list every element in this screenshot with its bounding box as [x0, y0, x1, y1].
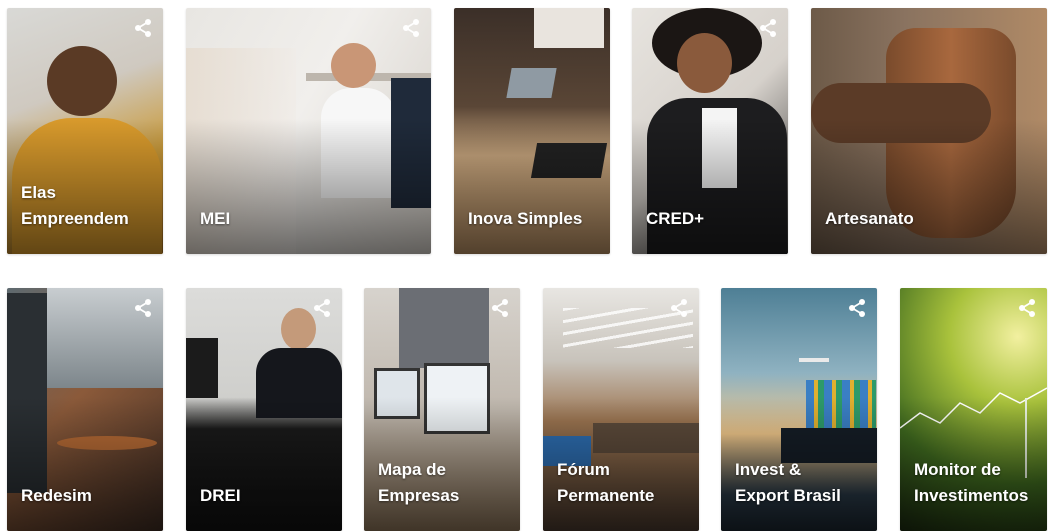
share-icon[interactable] — [133, 298, 153, 318]
card-label: Elas Empreendem — [21, 183, 129, 228]
share-icon[interactable] — [133, 18, 153, 38]
monitor — [186, 338, 218, 398]
card-label: Fórum Permanente — [557, 460, 655, 505]
card-label: DREI — [200, 486, 241, 505]
card-label: MEI — [200, 209, 231, 228]
airplane — [799, 358, 829, 362]
card-cred[interactable]: CRED+ — [632, 8, 788, 254]
card-label: CRED+ — [646, 209, 705, 228]
card-shade — [7, 397, 163, 531]
share-icon[interactable] — [401, 18, 421, 38]
card-monitor-de-investimentos[interactable]: Monitor de Investimentos — [900, 288, 1047, 531]
card-mapa-de-empresas[interactable]: Mapa de Empresas — [364, 288, 520, 531]
card-label: Redesim — [21, 486, 92, 505]
card-inova-simples[interactable]: Inova Simples — [454, 8, 610, 254]
card-invest-export-brasil[interactable]: Invest & Export Brasil — [721, 288, 877, 531]
card-label: Monitor de Investimentos — [914, 460, 1029, 505]
share-icon[interactable] — [758, 18, 778, 38]
person-figure — [331, 43, 376, 88]
card-elas-empreendem[interactable]: Elas Empreendem — [7, 8, 163, 254]
card-drei[interactable]: DREI — [186, 288, 342, 531]
card-label: Mapa de Empresas — [378, 460, 460, 505]
share-icon[interactable] — [312, 298, 332, 318]
share-icon[interactable] — [490, 298, 510, 318]
person-figure — [47, 46, 117, 116]
person-head — [281, 308, 316, 350]
card-label: Artesanato — [825, 209, 914, 228]
card-artesanato[interactable]: Artesanato — [811, 8, 1047, 254]
card-forum-permanente[interactable]: Fórum Permanente — [543, 288, 699, 531]
card-shade — [186, 397, 342, 531]
card-redesim[interactable]: Redesim — [7, 288, 163, 531]
card-shade — [632, 118, 788, 254]
share-icon[interactable] — [847, 298, 867, 318]
share-icon[interactable] — [1017, 298, 1037, 318]
window — [534, 8, 604, 48]
card-shade — [454, 118, 610, 254]
card-mei[interactable]: MEI — [186, 8, 431, 254]
face — [677, 33, 732, 93]
card-label: Invest & Export Brasil — [735, 460, 841, 505]
person-suit — [399, 288, 489, 368]
card-shade — [186, 118, 431, 254]
card-label: Inova Simples — [468, 209, 583, 228]
laptop — [506, 68, 557, 98]
share-icon[interactable] — [669, 298, 689, 318]
card-shade — [811, 118, 1047, 254]
